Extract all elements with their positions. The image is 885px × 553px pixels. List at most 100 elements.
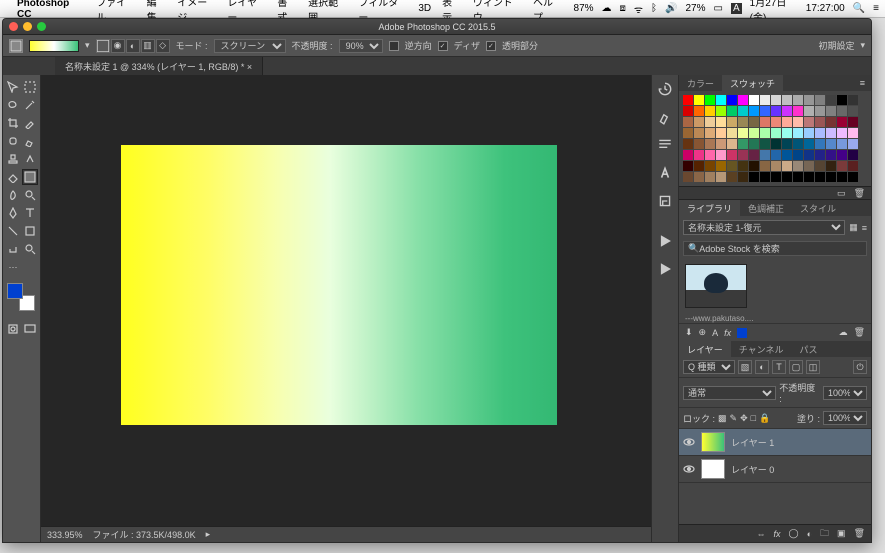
swatch[interactable] [793,150,803,160]
list-view-icon[interactable]: ≡ [862,223,867,233]
swatch[interactable] [804,128,814,138]
swatch[interactable] [804,161,814,171]
add-graphic-icon[interactable]: ⬇ [685,327,693,338]
minimize-icon[interactable] [23,22,32,31]
cloud-icon[interactable]: ☁ [839,327,848,338]
add-color-icon[interactable] [737,328,747,338]
swatch[interactable] [826,128,836,138]
swatch[interactable] [826,117,836,127]
swatch[interactable] [826,161,836,171]
zoom-icon[interactable] [37,22,46,31]
swatch[interactable] [793,139,803,149]
swatch[interactable] [705,117,715,127]
swatch[interactable] [771,128,781,138]
swatch[interactable] [727,172,737,182]
notif-icon[interactable]: ≡ [873,3,879,14]
canvas-area[interactable]: 333.95% ファイル : 373.5K/498.0K ▸ [41,75,651,542]
swatch[interactable] [738,128,748,138]
layer-name[interactable]: レイヤー 1 [731,436,774,449]
paragraph-panel-icon[interactable] [657,137,673,153]
swatch[interactable] [760,172,770,182]
dodge-tool-icon[interactable] [22,187,38,203]
swatch[interactable] [760,106,770,116]
swatch[interactable] [848,128,858,138]
linear-gradient-icon[interactable] [96,39,110,53]
swatch[interactable] [716,150,726,160]
spotlight-icon[interactable]: 🔍 [853,3,865,14]
swatch[interactable] [848,117,858,127]
swatch[interactable] [793,172,803,182]
screenmode-icon[interactable] [22,321,38,337]
library-thumb[interactable] [685,264,747,308]
swatch[interactable] [683,161,693,171]
shape-tool-icon[interactable] [22,223,38,239]
swatch[interactable] [727,139,737,149]
brush-tool-icon[interactable] [22,133,38,149]
lock-nest-icon[interactable]: □ [751,413,756,423]
swatch[interactable] [749,172,759,182]
swatch[interactable] [738,95,748,105]
swatch[interactable] [793,106,803,116]
add-type-icon[interactable]: A [712,328,718,338]
canvas[interactable] [121,145,557,425]
swatch[interactable] [749,139,759,149]
chevron-down-icon[interactable]: ▾ [85,40,90,51]
grid-view-icon[interactable]: ▦ [849,222,858,233]
blur-tool-icon[interactable] [5,187,21,203]
swatch[interactable] [716,139,726,149]
swatch[interactable] [804,95,814,105]
swatch[interactable] [771,117,781,127]
history-brush-icon[interactable] [22,151,38,167]
swatch[interactable] [771,161,781,171]
swatch[interactable] [782,161,792,171]
wand-tool-icon[interactable] [22,97,38,113]
swatch[interactable] [716,117,726,127]
cloud-icon[interactable]: ☁ [602,3,612,14]
swatch[interactable] [760,150,770,160]
swatch[interactable] [837,161,847,171]
layer-opacity-select[interactable]: 100% [823,386,867,400]
group-icon[interactable]: 🗀 [820,526,829,542]
layer-row[interactable]: レイヤー 0 [679,456,871,483]
swatch[interactable] [793,117,803,127]
swatch[interactable] [749,128,759,138]
swatch[interactable] [749,117,759,127]
swatch[interactable] [683,106,693,116]
swatch[interactable] [738,161,748,171]
chevron-right-icon[interactable]: ▸ [206,529,211,540]
swatch[interactable] [837,128,847,138]
swatch[interactable] [694,106,704,116]
crop-tool-icon[interactable] [5,115,21,131]
swatch[interactable] [683,95,693,105]
edit-toolbar-icon[interactable]: ⋯ [5,259,21,275]
app-name[interactable]: Photoshop CC [17,0,85,20]
add-fx-icon[interactable]: fx [724,328,731,338]
dropbox-icon[interactable]: ⧈ [620,3,626,14]
swatch[interactable] [683,128,693,138]
swatch[interactable] [826,106,836,116]
tab-paths[interactable]: パス [791,341,825,358]
swatch[interactable] [727,117,737,127]
layer-row[interactable]: レイヤー 1 [679,429,871,456]
trash-icon[interactable]: 🗑 [854,528,865,539]
swatch[interactable] [683,117,693,127]
swatch[interactable] [705,150,715,160]
lock-trans-icon[interactable]: ▩ [718,413,727,424]
swatch[interactable] [738,150,748,160]
swatch[interactable] [837,117,847,127]
swatch[interactable] [683,139,693,149]
swatch[interactable] [804,106,814,116]
frame-icon[interactable]: ▭ [837,188,846,199]
swatch[interactable] [782,117,792,127]
swatch[interactable] [760,117,770,127]
swatch[interactable] [837,150,847,160]
ime-icon[interactable]: A [731,3,742,14]
radial-gradient-icon[interactable]: ◉ [111,39,125,53]
swatch[interactable] [815,139,825,149]
swatch[interactable] [815,150,825,160]
layer-name[interactable]: レイヤー 0 [731,463,774,476]
blend-mode-select[interactable]: 通常 [683,386,776,400]
swatch[interactable] [848,150,858,160]
filter-pixel-icon[interactable]: ▧ [738,360,752,374]
trash-icon[interactable]: 🗑 [854,327,865,338]
